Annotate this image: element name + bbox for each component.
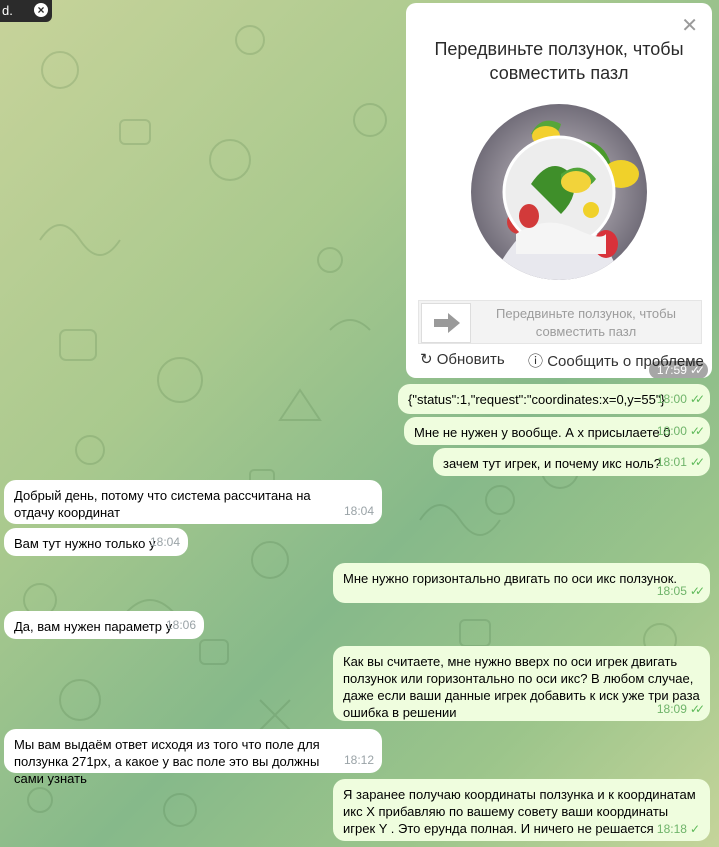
message-text: Мы вам выдаём ответ исходя из того что п… — [14, 737, 320, 786]
puzzle-image — [471, 104, 647, 280]
message-time: 18:01 — [656, 455, 687, 469]
message-text: Вам тут нужно только у — [14, 536, 156, 551]
read-checkmarks-icon: ✓✓ — [689, 702, 705, 716]
close-icon[interactable]: ✕ — [681, 13, 698, 38]
message-text: {"status":1,"request":"coordinates:x=0,y… — [408, 392, 665, 407]
read-checkmarks-icon: ✓✓ — [689, 424, 705, 438]
message-text: Да, вам нужен параметр у — [14, 619, 173, 634]
message-bubble: {"status":1,"request":"coordinates:x=0,y… — [398, 384, 710, 414]
notification-toast: d. × — [0, 0, 52, 22]
read-checkmarks-icon: ✓✓ — [689, 392, 705, 406]
message-time: 18:05 — [656, 584, 687, 598]
message-bubble: Да, вам нужен параметр у 18:06 — [4, 611, 204, 639]
message-text: Мне не нужен у вообще. А х присылаете 0 — [414, 425, 671, 440]
message-text: Как вы считаете, мне нужно вверх по оси … — [343, 654, 700, 720]
sent-checkmark-icon: ✓ — [689, 822, 700, 836]
message-time: 18:00 — [656, 424, 687, 438]
read-checkmarks-icon: ✓✓ — [689, 584, 705, 598]
message-bubble: Вам тут нужно только у 18:04 — [4, 528, 188, 556]
captcha-time-badge: 17:59 ✓✓ — [648, 361, 708, 378]
message-bubble: Добрый день, потому что система рассчита… — [4, 480, 382, 524]
slider-hint-line1: Передвиньте ползунок, чтобы — [496, 306, 676, 321]
puzzle-slider-track[interactable]: Передвиньте ползунок, чтобы совместить п… — [418, 300, 702, 344]
message-time: 18:12 — [343, 753, 374, 767]
read-checkmarks-icon: ✓✓ — [689, 455, 705, 469]
close-icon[interactable]: × — [34, 3, 48, 17]
message-bubble: Мне не нужен у вообще. А х присылаете 0 … — [404, 417, 710, 445]
slider-hint-line2: совместить пазл — [535, 324, 637, 339]
message-time: 18:18 — [656, 822, 687, 836]
slider-handle[interactable] — [421, 303, 471, 343]
toast-text: d. — [2, 3, 13, 18]
message-time: 17:59 — [656, 363, 687, 377]
captcha-title-line2: совместить пазл — [489, 63, 629, 83]
refresh-icon: ↻ — [420, 351, 433, 368]
arrow-right-icon — [434, 313, 460, 333]
refresh-label: Обновить — [436, 351, 505, 368]
message-bubble: зачем тут игрек, и почему икс ноль? 18:0… — [433, 448, 710, 476]
message-text: зачем тут игрек, и почему икс ноль? — [443, 456, 661, 471]
read-checkmarks-icon: ✓✓ — [689, 363, 705, 377]
message-text: Добрый день, потому что система рассчита… — [14, 488, 311, 520]
message-text: Я заранее получаю координаты ползунка и … — [343, 787, 696, 836]
message-bubble: Как вы считаете, мне нужно вверх по оси … — [333, 646, 710, 721]
slider-hint: Передвиньте ползунок, чтобы совместить п… — [477, 305, 695, 341]
message-time: 18:00 — [656, 392, 687, 406]
message-bubble: Мы вам выдаём ответ исходя из того что п… — [4, 729, 382, 786]
message-time: 18:04 — [343, 504, 374, 518]
message-text: Мне нужно горизонтально двигать по оси и… — [343, 571, 677, 586]
captcha-card: ✕ Передвиньте ползунок, чтобы совместить… — [406, 3, 712, 378]
message-bubble: Мне нужно горизонтально двигать по оси и… — [333, 563, 710, 603]
message-time: 18:09 — [656, 702, 687, 716]
message-time: 18:06 — [165, 618, 196, 632]
message-time: 18:04 — [149, 535, 180, 549]
captcha-title: Передвиньте ползунок, чтобы совместить п… — [406, 37, 712, 85]
captcha-title-line1: Передвиньте ползунок, чтобы — [434, 39, 684, 59]
info-icon: ⓘ — [528, 353, 544, 370]
message-bubble: Я заранее получаю координаты ползунка и … — [333, 779, 710, 841]
refresh-button[interactable]: ↻ Обновить — [420, 350, 505, 368]
